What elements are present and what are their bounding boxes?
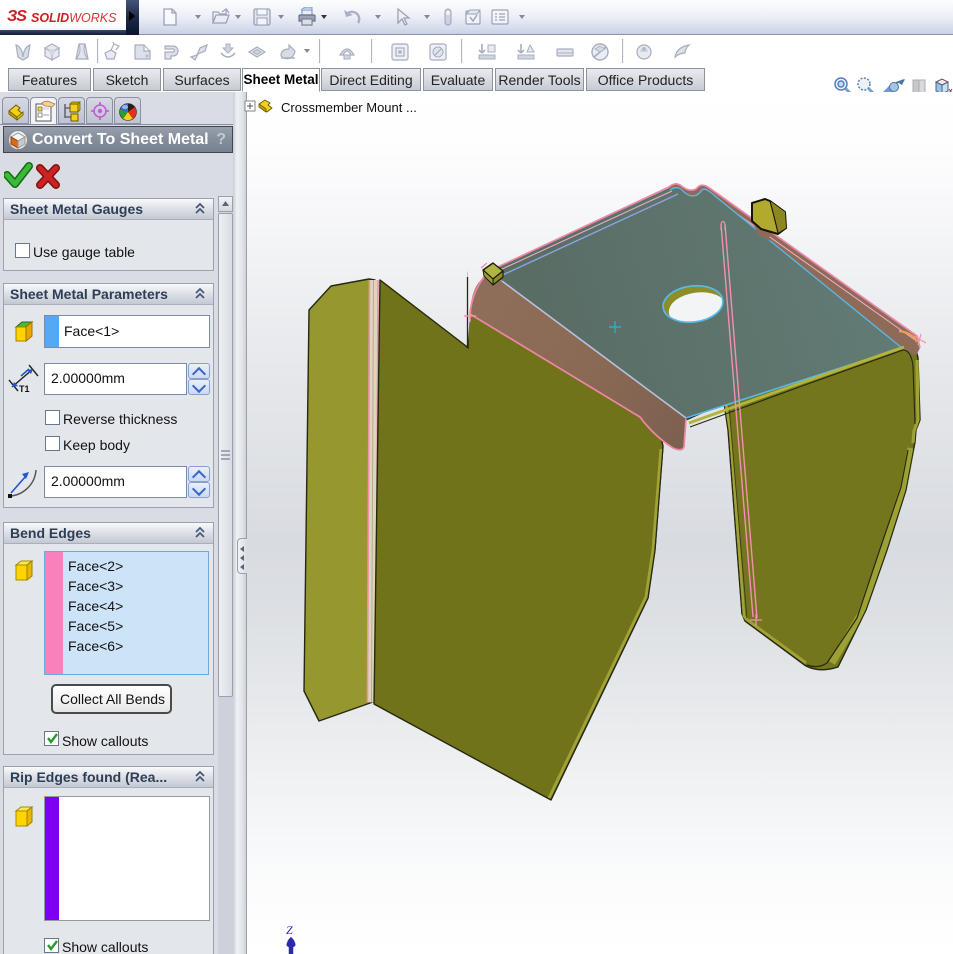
svg-text:T1: T1 — [19, 384, 30, 394]
